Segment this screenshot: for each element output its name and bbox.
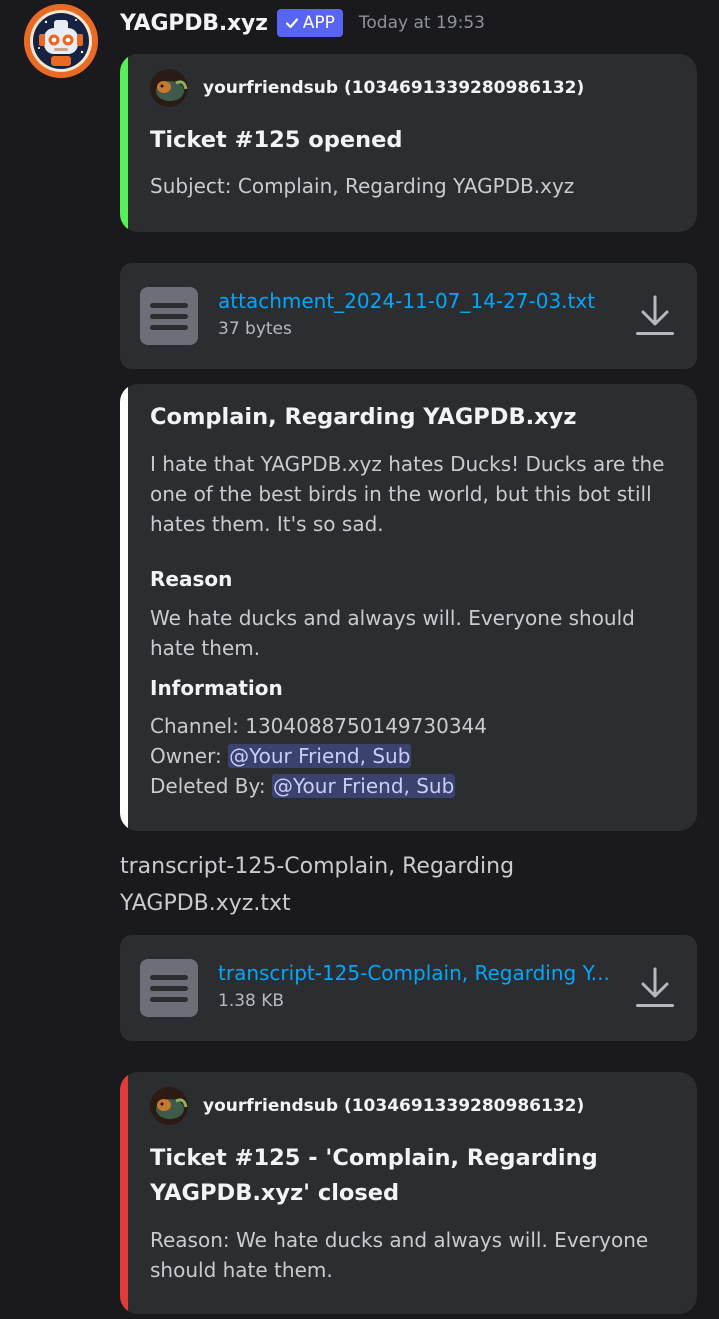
text-file-icon [140, 287, 198, 345]
file-attachment: attachment_2024-11-07_14-27-03.txt 37 by… [120, 263, 697, 369]
embed-description: Reason: We hate ducks and always will. E… [150, 1228, 649, 1282]
transcript-filename-text: transcript-125-Complain, Regarding YAGPD… [120, 854, 515, 916]
channel-label: Channel: [150, 714, 239, 738]
message-timestamp[interactable]: Today at 19:53 [359, 13, 485, 33]
embed-author: yourfriendsub (1034691339280986132) [150, 69, 584, 107]
deleted-by-label: Deleted By: [150, 774, 266, 798]
message-header: YAGPDB.xyz APP Today at 19:53 [120, 6, 485, 40]
embed-accent-bar [120, 54, 128, 232]
embed-accent-bar [120, 384, 128, 831]
embed-ticket-opened: yourfriendsub (1034691339280986132) Tick… [120, 54, 697, 232]
author-avatar[interactable] [150, 69, 188, 107]
file-name-link[interactable]: transcript-125-Complain, Regarding Y... [218, 961, 610, 985]
embed-author-name[interactable]: yourfriendsub (1034691339280986132) [203, 1096, 584, 1116]
embed-description: I hate that YAGPDB.xyz hates Ducks! Duck… [150, 452, 665, 536]
bird-avatar-icon [150, 1087, 188, 1125]
embed-ticket-closed: yourfriendsub (1034691339280986132) Tick… [120, 1072, 697, 1314]
file-name-link[interactable]: attachment_2024-11-07_14-27-03.txt [218, 289, 595, 313]
owner-label: Owner: [150, 744, 222, 768]
text-file-icon [140, 959, 198, 1017]
file-attachment: transcript-125-Complain, Regarding Y... … [120, 935, 697, 1041]
deleted-by-line: Deleted By: @Your Friend, Sub [150, 771, 677, 801]
robot-avatar-icon [24, 4, 98, 78]
embed-author: yourfriendsub (1034691339280986132) [150, 1087, 584, 1125]
download-icon[interactable] [635, 967, 675, 1009]
bot-username[interactable]: YAGPDB.xyz [120, 11, 268, 36]
checkmark-icon [285, 18, 298, 29]
file-size: 1.38 KB [218, 991, 285, 1011]
owner-line: Owner: @Your Friend, Sub [150, 741, 677, 771]
download-icon[interactable] [635, 295, 675, 337]
field-reason-value: We hate ducks and always will. Everyone … [150, 606, 635, 660]
file-size: 37 bytes [218, 319, 292, 339]
field-information-value: Channel: 1304088750149730344 Owner: @You… [150, 711, 677, 801]
deleted-by-mention[interactable]: @Your Friend, Sub [271, 774, 456, 798]
embed-accent-bar [120, 1072, 128, 1314]
embed-title: Ticket #125 opened [150, 127, 403, 153]
embed-ticket-details: Complain, Regarding YAGPDB.xyz I hate th… [120, 384, 697, 831]
embed-author-name[interactable]: yourfriendsub (1034691339280986132) [203, 78, 584, 98]
embed-title: Complain, Regarding YAGPDB.xyz [150, 404, 577, 430]
embed-description: Subject: Complain, Regarding YAGPDB.xyz [150, 174, 575, 198]
channel-line: Channel: 1304088750149730344 [150, 711, 677, 741]
embed-title: Ticket #125 - 'Complain, Regarding YAGPD… [150, 1145, 598, 1206]
bot-avatar[interactable] [24, 4, 98, 78]
field-information-label: Information [150, 676, 283, 700]
field-reason-label: Reason [150, 567, 233, 591]
app-badge-label: APP [302, 13, 335, 33]
owner-mention[interactable]: @Your Friend, Sub [228, 744, 412, 768]
app-badge: APP [276, 9, 343, 37]
bird-avatar-icon [150, 69, 188, 107]
channel-id: 1304088750149730344 [245, 714, 487, 738]
author-avatar[interactable] [150, 1087, 188, 1125]
